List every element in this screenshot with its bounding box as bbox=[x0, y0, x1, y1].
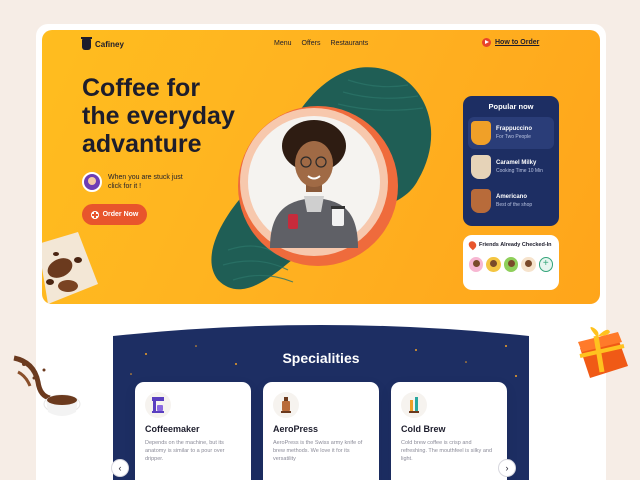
speciality-desc: Depends on the machine, but its anatomy … bbox=[145, 440, 225, 462]
speciality-name: Coffeemaker bbox=[145, 424, 200, 434]
speciality-card-cold-brew[interactable]: Cold Brew Cold brew coffee is crisp and … bbox=[391, 382, 507, 480]
speciality-name: AeroPress bbox=[273, 424, 319, 434]
next-arrow-button[interactable]: › bbox=[498, 459, 516, 477]
cold-brew-icon bbox=[401, 392, 427, 418]
aeropress-icon bbox=[273, 392, 299, 418]
speciality-card-coffeemaker[interactable]: Coffeemaker Depends on the machine, but … bbox=[135, 382, 251, 480]
prev-arrow-button[interactable]: ‹ bbox=[111, 459, 129, 477]
speciality-desc: Cold brew coffee is crisp and refreshing… bbox=[401, 440, 492, 462]
specialities-section: Specialities Coffeemaker Depends on the … bbox=[111, 326, 529, 480]
coffee-splash-image bbox=[13, 355, 81, 416]
speciality-desc: AeroPress is the Swiss army knife of bre… bbox=[273, 440, 363, 462]
speciality-name: Cold Brew bbox=[401, 424, 446, 434]
page-card: Cafiney Menu Offers Restaurants How to O… bbox=[36, 24, 606, 480]
coffeemaker-icon bbox=[145, 392, 171, 418]
speciality-card-aeropress[interactable]: AeroPress AeroPress is the Swiss army kn… bbox=[263, 382, 379, 480]
gift-box-image bbox=[578, 327, 628, 378]
specialities-title: Specialities bbox=[282, 350, 360, 366]
